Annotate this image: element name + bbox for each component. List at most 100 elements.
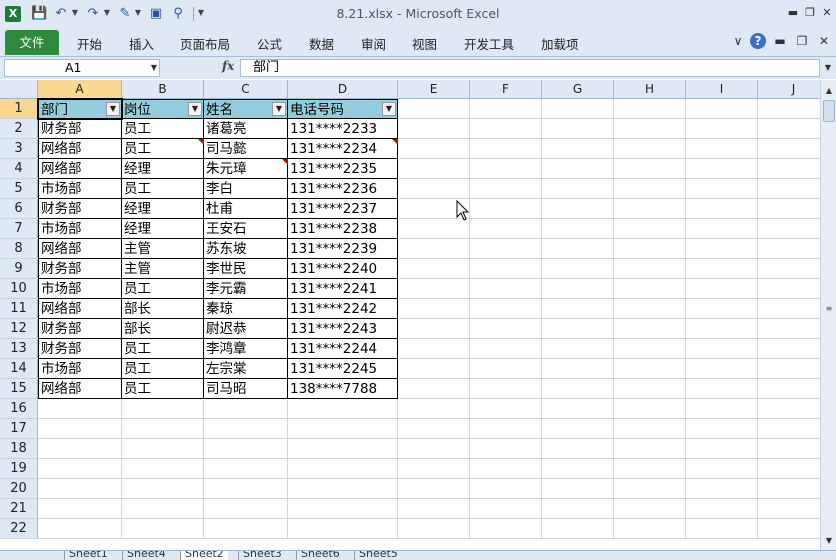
cell-position[interactable]: 经理 (122, 199, 204, 219)
column-header-h[interactable]: H (614, 80, 686, 99)
cell-department[interactable]: 财务部 (38, 199, 122, 219)
row-header-7[interactable]: 7 (0, 219, 38, 239)
cell-phone[interactable]: 131****2242 (288, 299, 398, 319)
row-header-15[interactable]: 15 (0, 379, 38, 399)
cell-name[interactable]: 司马懿 (204, 139, 288, 159)
cell-phone[interactable]: 138****7788 (288, 379, 398, 399)
tab-page-layout[interactable]: 页面布局 (180, 34, 230, 53)
row-header-4[interactable]: 4 (0, 159, 38, 179)
cell-department[interactable]: 财务部 (38, 259, 122, 279)
cell-department[interactable]: 网络部 (38, 139, 122, 159)
cell-name[interactable]: 李元霸 (204, 279, 288, 299)
cell-phone[interactable]: 131****2238 (288, 219, 398, 239)
row-header-2[interactable]: 2 (0, 119, 38, 139)
minimize-ribbon-icon[interactable]: ∨ (730, 33, 746, 49)
tab-file[interactable]: 文件 (5, 30, 59, 55)
row-header-17[interactable]: 17 (0, 419, 38, 439)
comment-indicator[interactable] (282, 159, 288, 165)
cell-department[interactable]: 市场部 (38, 359, 122, 379)
column-header-c[interactable]: C (204, 80, 288, 99)
scroll-down-icon[interactable]: ▼ (821, 534, 836, 548)
close-icon[interactable]: ✕ (819, 6, 835, 20)
cell-department[interactable]: 市场部 (38, 279, 122, 299)
row-header-12[interactable]: 12 (0, 319, 38, 339)
cell-phone[interactable]: 131****2237 (288, 199, 398, 219)
split-handle-icon[interactable]: ≡ (824, 305, 834, 313)
row-header-8[interactable]: 8 (0, 239, 38, 259)
cell-phone[interactable]: 131****2233 (288, 119, 398, 139)
row-header-18[interactable]: 18 (0, 439, 38, 459)
row-header-13[interactable]: 13 (0, 339, 38, 359)
row-header-10[interactable]: 10 (0, 279, 38, 299)
cell-phone[interactable]: 131****2244 (288, 339, 398, 359)
tab-data[interactable]: 数据 (309, 34, 334, 53)
cell-position[interactable]: 员工 (122, 359, 204, 379)
row-header-21[interactable]: 21 (0, 499, 38, 519)
cell-phone[interactable]: 131****2239 (288, 239, 398, 259)
comment-indicator[interactable] (392, 139, 398, 145)
cell-department[interactable]: 市场部 (38, 179, 122, 199)
select-all-corner[interactable] (0, 80, 38, 99)
tab-formulas[interactable]: 公式 (257, 34, 282, 53)
worksheet-grid[interactable]: A B C D E F G H I J 1 2 3 4 5 6 7 8 9 10 11 12 13 14 15 16 17 18 19 2… (0, 80, 820, 550)
name-box-dropdown-icon[interactable]: ▼ (151, 60, 157, 76)
tab-developer[interactable]: 开发工具 (464, 34, 514, 53)
cell-position[interactable]: 员工 (122, 179, 204, 199)
cell-department[interactable]: 网络部 (38, 299, 122, 319)
tab-review[interactable]: 审阅 (361, 34, 386, 53)
cell-position[interactable]: 经理 (122, 159, 204, 179)
cell-phone[interactable]: 131****2245 (288, 359, 398, 379)
scroll-thumb[interactable] (823, 100, 835, 122)
row-header-22[interactable]: 22 (0, 519, 38, 539)
workbook-restore-icon[interactable]: ❐ (794, 33, 810, 49)
column-header-e[interactable]: E (398, 80, 470, 99)
tab-view[interactable]: 视图 (412, 34, 437, 53)
cell-position[interactable]: 部长 (122, 319, 204, 339)
column-header-i[interactable]: I (686, 80, 758, 99)
insert-function-icon[interactable]: fx (222, 59, 234, 73)
row-header-3[interactable]: 3 (0, 139, 38, 159)
cell-name[interactable]: 苏东坡 (204, 239, 288, 259)
cell-name[interactable]: 左宗棠 (204, 359, 288, 379)
cell-name[interactable]: 杜甫 (204, 199, 288, 219)
cell-name[interactable]: 王安石 (204, 219, 288, 239)
scroll-up-icon[interactable]: ▲ (821, 84, 836, 98)
row-header-14[interactable]: 14 (0, 359, 38, 379)
column-header-j[interactable]: J (758, 80, 820, 99)
filter-dropdown-icon[interactable]: ▼ (272, 102, 286, 116)
column-header-g[interactable]: G (542, 80, 614, 99)
cell-name[interactable]: 李白 (204, 179, 288, 199)
cell-position[interactable]: 部长 (122, 299, 204, 319)
cell-name[interactable]: 李世民 (204, 259, 288, 279)
cell-position[interactable]: 员工 (122, 119, 204, 139)
row-header-6[interactable]: 6 (0, 199, 38, 219)
column-header-b[interactable]: B (122, 80, 204, 99)
cell-position[interactable]: 员工 (122, 339, 204, 359)
cell-phone[interactable]: 131****2241 (288, 279, 398, 299)
cell-position[interactable]: 经理 (122, 219, 204, 239)
cell-position[interactable]: 员工 (122, 379, 204, 399)
cell-phone[interactable]: 131****2240 (288, 259, 398, 279)
row-header-19[interactable]: 19 (0, 459, 38, 479)
cell-phone[interactable]: 131****2236 (288, 179, 398, 199)
cell-department[interactable]: 市场部 (38, 219, 122, 239)
cell-phone[interactable]: 131****2243 (288, 319, 398, 339)
column-header-d[interactable]: D (288, 80, 398, 99)
cell-department[interactable]: 网络部 (38, 239, 122, 259)
cell-position[interactable]: 员工 (122, 279, 204, 299)
cell-phone[interactable]: 131****2234 (288, 139, 398, 159)
workbook-close-icon[interactable]: ✕ (816, 33, 832, 49)
cell-department[interactable]: 财务部 (38, 119, 122, 139)
vertical-scrollbar[interactable]: ▲ ≡ ▼ (820, 80, 836, 550)
formula-input[interactable]: 部门 (240, 59, 820, 77)
comment-indicator[interactable] (198, 139, 204, 145)
cell-name[interactable]: 李鸿章 (204, 339, 288, 359)
cell-phone[interactable]: 131****2235 (288, 159, 398, 179)
row-header-16[interactable]: 16 (0, 399, 38, 419)
cell-department[interactable]: 财务部 (38, 319, 122, 339)
filter-dropdown-icon[interactable]: ▼ (188, 102, 202, 116)
help-icon[interactable]: ? (750, 33, 766, 49)
expand-formula-bar-icon[interactable]: ▼ (822, 59, 834, 77)
cell-position[interactable]: 员工 (122, 139, 204, 159)
cell-name[interactable]: 朱元璋 (204, 159, 288, 179)
